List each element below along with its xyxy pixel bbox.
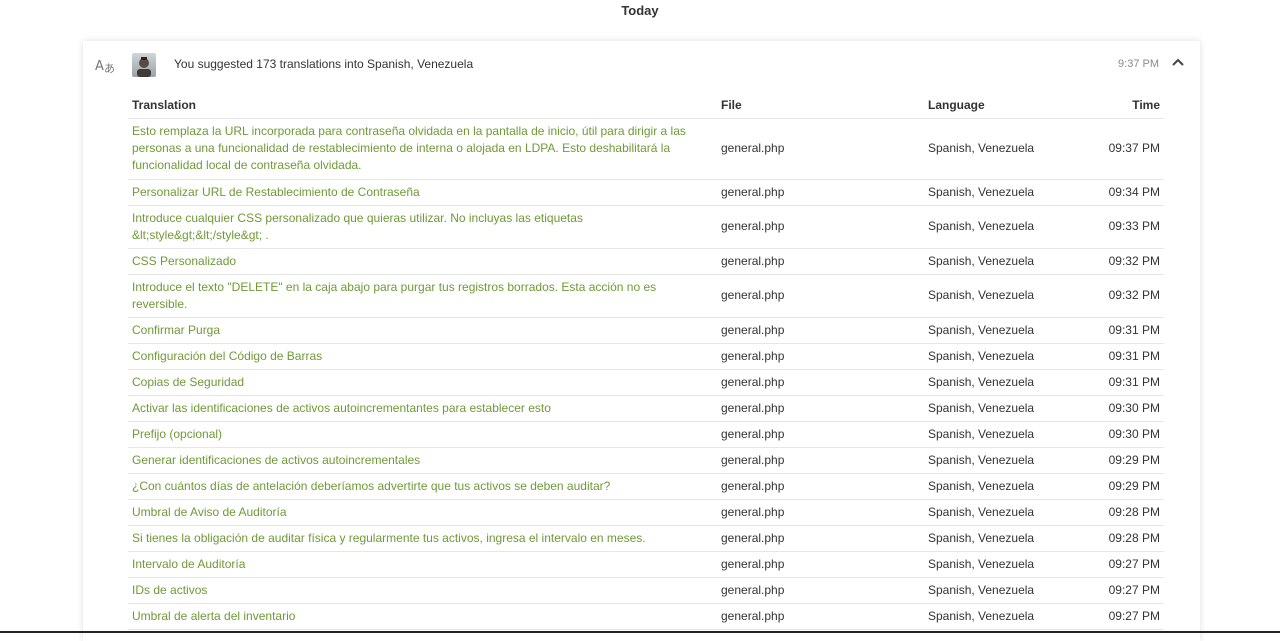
column-header-time: Time — [1094, 93, 1164, 119]
time-cell: 09:30 PM — [1094, 421, 1164, 448]
language-cell: Spanish, Venezuela — [924, 577, 1094, 604]
table-row: Introduce cualquier CSS personalizado qu… — [128, 205, 1164, 249]
language-cell: Spanish, Venezuela — [924, 499, 1094, 526]
table-row: Generar identificaciones de activos auto… — [128, 447, 1164, 474]
table-row: Personalizar URL de Restablecimiento de … — [128, 179, 1164, 206]
activity-time: 9:37 PM — [1118, 58, 1159, 70]
time-cell: 09:29 PM — [1094, 447, 1164, 474]
table-row: Confirmar Purga general.php Spanish, Ven… — [128, 317, 1164, 344]
column-header-file: File — [717, 93, 924, 119]
translation-link[interactable]: Generar identificaciones de activos auto… — [128, 447, 717, 474]
translations-table: Translation File Language Time Esto remp… — [128, 93, 1164, 630]
time-cell: 09:27 PM — [1094, 577, 1164, 604]
table-row: Umbral de Aviso de Auditoría general.php… — [128, 499, 1164, 526]
time-cell: 09:30 PM — [1094, 395, 1164, 422]
language-cell: Spanish, Venezuela — [924, 179, 1094, 206]
file-cell: general.php — [717, 525, 924, 552]
file-cell: general.php — [717, 118, 924, 180]
translation-link[interactable]: Umbral de alerta del inventario — [128, 603, 717, 630]
file-cell: general.php — [717, 317, 924, 344]
table-row: CSS Personalizado general.php Spanish, V… — [128, 248, 1164, 275]
file-cell: general.php — [717, 421, 924, 448]
table-row: Intervalo de Auditoría general.php Spani… — [128, 551, 1164, 578]
language-cell: Spanish, Venezuela — [924, 274, 1094, 318]
user-avatar[interactable] — [132, 53, 156, 77]
table-row: ¿Con cuántos días de antelación deberíam… — [128, 473, 1164, 500]
column-header-translation: Translation — [128, 93, 717, 119]
file-cell: general.php — [717, 274, 924, 318]
language-cell: Spanish, Venezuela — [924, 473, 1094, 500]
language-cell: Spanish, Venezuela — [924, 603, 1094, 630]
file-cell: general.php — [717, 551, 924, 578]
language-cell: Spanish, Venezuela — [924, 118, 1094, 180]
table-row: Introduce el texto "DELETE" en la caja a… — [128, 274, 1164, 318]
translation-link[interactable]: Configuración del Código de Barras — [128, 343, 717, 370]
translation-link[interactable]: Copias de Seguridad — [128, 369, 717, 396]
language-cell: Spanish, Venezuela — [924, 447, 1094, 474]
translation-link[interactable]: Introduce cualquier CSS personalizado qu… — [128, 205, 717, 249]
table-row: Configuración del Código de Barras gener… — [128, 343, 1164, 370]
time-cell: 09:32 PM — [1094, 248, 1164, 275]
translation-link[interactable]: IDs de activos — [128, 577, 717, 604]
file-cell: general.php — [717, 603, 924, 630]
time-cell: 09:28 PM — [1094, 525, 1164, 552]
time-cell: 09:31 PM — [1094, 343, 1164, 370]
translate-icon: A あ — [95, 59, 115, 74]
time-cell: 09:33 PM — [1094, 205, 1164, 249]
translation-link[interactable]: Prefijo (opcional) — [128, 421, 717, 448]
table-row: Esto remplaza la URL incorporada para co… — [128, 118, 1164, 180]
svg-text:A: A — [95, 59, 104, 74]
file-cell: general.php — [717, 369, 924, 396]
activity-summary: You suggested 173 translations into Span… — [174, 57, 474, 71]
time-cell: 09:28 PM — [1094, 499, 1164, 526]
translation-link[interactable]: CSS Personalizado — [128, 248, 717, 275]
time-cell: 09:27 PM — [1094, 603, 1164, 630]
translation-link[interactable]: Introduce el texto "DELETE" en la caja a… — [128, 274, 717, 318]
time-cell: 09:31 PM — [1094, 369, 1164, 396]
table-row: Copias de Seguridad general.php Spanish,… — [128, 369, 1164, 396]
chevron-up-icon[interactable] — [1170, 55, 1186, 69]
file-cell: general.php — [717, 205, 924, 249]
language-cell: Spanish, Venezuela — [924, 525, 1094, 552]
language-cell: Spanish, Venezuela — [924, 317, 1094, 344]
table-row: Si tienes la obligación de auditar físic… — [128, 525, 1164, 552]
language-cell: Spanish, Venezuela — [924, 421, 1094, 448]
time-cell: 09:31 PM — [1094, 317, 1164, 344]
translation-link[interactable]: Personalizar URL de Restablecimiento de … — [128, 179, 717, 206]
file-cell: general.php — [717, 447, 924, 474]
translation-link[interactable]: Activar las identificaciones de activos … — [128, 395, 717, 422]
translation-link[interactable]: ¿Con cuántos días de antelación deberíam… — [128, 473, 717, 500]
table-header-row: Translation File Language Time — [128, 93, 1164, 119]
column-header-language: Language — [924, 93, 1094, 119]
language-cell: Spanish, Venezuela — [924, 551, 1094, 578]
time-cell: 09:27 PM — [1094, 551, 1164, 578]
language-cell: Spanish, Venezuela — [924, 395, 1094, 422]
file-cell: general.php — [717, 179, 924, 206]
table-row: Activar las identificaciones de activos … — [128, 395, 1164, 422]
translation-link[interactable]: Si tienes la obligación de auditar físic… — [128, 525, 717, 552]
translation-link[interactable]: Intervalo de Auditoría — [128, 551, 717, 578]
time-cell: 09:32 PM — [1094, 274, 1164, 318]
translation-link[interactable]: Confirmar Purga — [128, 317, 717, 344]
time-cell: 09:34 PM — [1094, 179, 1164, 206]
language-cell: Spanish, Venezuela — [924, 369, 1094, 396]
file-cell: general.php — [717, 499, 924, 526]
file-cell: general.php — [717, 248, 924, 275]
table-row: Umbral de alerta del inventario general.… — [128, 603, 1164, 630]
table-row: IDs de activos general.php Spanish, Vene… — [128, 577, 1164, 604]
translation-link[interactable]: Umbral de Aviso de Auditoría — [128, 499, 717, 526]
file-cell: general.php — [717, 473, 924, 500]
language-cell: Spanish, Venezuela — [924, 343, 1094, 370]
file-cell: general.php — [717, 343, 924, 370]
file-cell: general.php — [717, 577, 924, 604]
time-cell: 09:29 PM — [1094, 473, 1164, 500]
language-cell: Spanish, Venezuela — [924, 248, 1094, 275]
table-row: Prefijo (opcional) general.php Spanish, … — [128, 421, 1164, 448]
day-header: Today — [621, 3, 659, 18]
language-cell: Spanish, Venezuela — [924, 205, 1094, 249]
translation-link[interactable]: Esto remplaza la URL incorporada para co… — [128, 118, 717, 180]
time-cell: 09:37 PM — [1094, 118, 1164, 180]
svg-text:あ: あ — [104, 62, 115, 74]
file-cell: general.php — [717, 395, 924, 422]
